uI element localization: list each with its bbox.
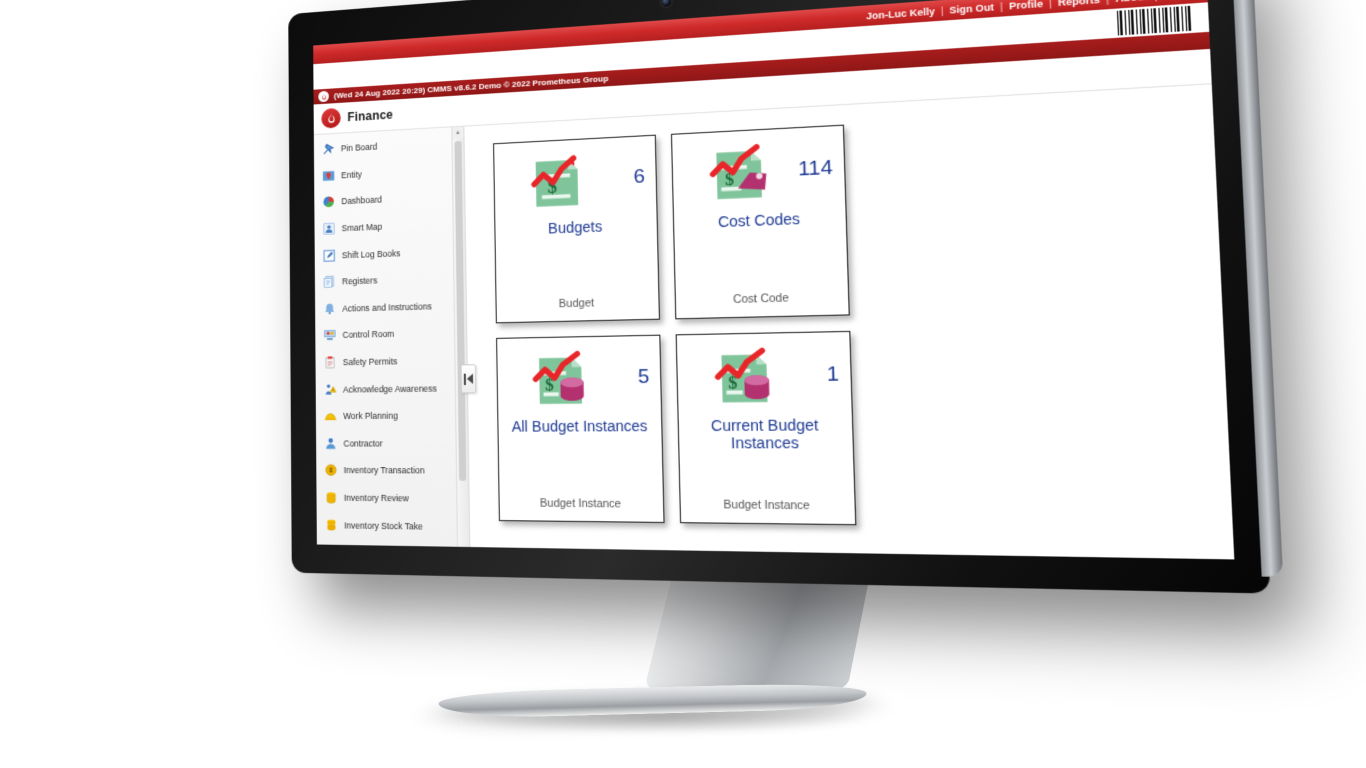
documents-icon — [323, 275, 337, 289]
tile-budgets[interactable]: 6 $ Budgets Budget — [493, 134, 660, 324]
sidebar-item-label: Acknowledge Awareness — [342, 382, 437, 395]
pie-chart-icon — [323, 196, 334, 208]
sidebar-item-label: Inventory Review — [343, 492, 409, 504]
sidebar-item-label: Pin Board — [340, 141, 378, 154]
sidebar-item-registers[interactable]: Registers — [315, 265, 455, 296]
collapse-left-icon — [466, 373, 474, 385]
sidebar-item-label: Work Planning — [343, 410, 398, 422]
sidebar-scroll-area[interactable]: Pin Board Entity Dashboard Smart Map Shi… — [314, 127, 458, 547]
webcam-icon — [661, 0, 671, 7]
sidebar-item-label: Contractor — [343, 438, 383, 449]
sidebar-item-label: Actions and Instructions — [342, 301, 432, 314]
sidebar-item-label: Control Room — [342, 329, 395, 341]
sidebar-item-procurement[interactable]: Procurement — [317, 538, 458, 547]
help-link[interactable]: Help — [1157, 0, 1195, 1]
budget-instance-icon: $ — [529, 350, 584, 404]
tile-title: All Budget Instances — [511, 417, 648, 435]
sidebar-item-label: Dashboard — [341, 194, 383, 207]
profile-link[interactable]: Profile — [1003, 0, 1050, 11]
inventory-stock-icon — [327, 519, 336, 531]
budget-instance-icon: $ — [711, 347, 769, 403]
tile-all-budget-instances[interactable]: 5 $ All Budget Instances Budget Instance — [496, 334, 665, 524]
tile-current-budget-instances[interactable]: 1 $ Current Budget Instances Budget Inst… — [675, 330, 857, 526]
scroll-up-arrow-icon[interactable]: ▲ — [452, 126, 464, 139]
inventory-review-icon — [324, 492, 338, 504]
collapse-left-icon-bar — [463, 373, 466, 385]
scrollbar-thumb[interactable] — [454, 140, 467, 481]
tile-subtitle: Budget Instance — [539, 497, 622, 511]
sidebar-item-safety-permits[interactable]: Safety Permits — [315, 347, 455, 376]
person-map-icon — [322, 222, 336, 237]
flame-logo-icon — [321, 107, 341, 129]
control-room-icon — [323, 328, 337, 341]
tile-count: 5 — [637, 365, 650, 389]
map-marker-icon — [322, 170, 335, 181]
sidebar-item-actions-and-instructions[interactable]: Actions and Instructions — [315, 292, 455, 323]
about-link[interactable]: About — [1109, 0, 1155, 4]
monitor-screen: Jon-Luc Kelly | Sign Out | Profile | Rep… — [313, 0, 1235, 560]
page-title: Finance — [347, 107, 394, 125]
cmms-application: Jon-Luc Kelly | Sign Out | Profile | Rep… — [313, 0, 1235, 560]
tile-title: Current Budget Instances — [710, 416, 819, 452]
monitor-side-edge — [1231, 0, 1284, 577]
cost-code-tag-icon: $ — [706, 142, 769, 200]
tile-count: 114 — [797, 156, 833, 181]
tile-subtitle: Budget — [558, 296, 595, 311]
sign-out-link[interactable]: Sign Out — [943, 1, 1000, 16]
tile-subtitle: Cost Code — [732, 291, 790, 307]
monitor-mockup: Jon-Luc Kelly | Sign Out | Profile | Rep… — [0, 0, 1366, 768]
barcode-icon — [1116, 5, 1192, 36]
page-body: Pin Board Entity Dashboard Smart Map Shi… — [313, 84, 1235, 560]
sidebar-item-inventory-stock-take[interactable]: Inventory Stock Take — [317, 511, 458, 540]
sidebar-item-label: Smart Map — [341, 221, 383, 234]
budget-doc-icon: $ — [526, 152, 578, 207]
monitor-bezel: Jon-Luc Kelly | Sign Out | Profile | Rep… — [288, 0, 1284, 594]
sidebar-item-label: Shift Log Books — [341, 247, 401, 261]
inventory-transaction-icon — [324, 463, 338, 477]
tile-grid: 6 $ Budgets Budget 114 $ Cost Codes Cost… — [493, 124, 863, 526]
contractor-icon — [326, 438, 336, 449]
sidebar-item-work-planning[interactable]: Work Planning — [316, 402, 457, 430]
procurement-icon — [325, 545, 339, 547]
sidebar-item-label: Registers — [342, 275, 378, 287]
hardhat-icon — [324, 409, 337, 421]
sidebar-item-acknowledge-awareness[interactable]: Acknowledge Awareness — [316, 374, 456, 403]
bell-icon — [325, 303, 335, 315]
tile-title: Budgets — [547, 217, 603, 237]
tile-subtitle: Budget Instance — [723, 498, 811, 513]
sidebar-item-contractor[interactable]: Contractor — [316, 429, 457, 457]
screenshot-stage: Jon-Luc Kelly | Sign Out | Profile | Rep… — [0, 0, 1366, 768]
sidebar-navigation: Pin Board Entity Dashboard Smart Map Shi… — [313, 126, 471, 548]
warning-person-icon — [325, 384, 337, 395]
sidebar-item-inventory-transaction[interactable]: Inventory Transaction — [316, 457, 457, 485]
sidebar-item-label: Safety Permits — [342, 356, 398, 368]
reports-link[interactable]: Reports — [1052, 0, 1107, 8]
pin-icon — [323, 144, 334, 155]
pencil-note-icon — [322, 248, 336, 262]
sidebar-collapse-button[interactable] — [460, 364, 477, 394]
tile-count: 1 — [826, 363, 840, 387]
tile-cost-codes[interactable]: 114 $ Cost Codes Cost Code — [670, 124, 850, 320]
clipboard-icon — [323, 355, 337, 369]
tile-title: Cost Codes — [717, 210, 801, 231]
sidebar-item-label: Entity — [341, 169, 362, 181]
sidebar-item-label: Inventory Transaction — [343, 465, 425, 476]
sidebar-item-control-room[interactable]: Control Room — [315, 319, 455, 349]
user-name-link[interactable]: Jon-Luc Kelly — [860, 5, 941, 22]
tile-count: 6 — [633, 165, 646, 189]
sidebar-item-inventory-review[interactable]: Inventory Review — [316, 484, 457, 513]
flame-logo-icon — [318, 90, 329, 103]
main-content: 6 $ Budgets Budget 114 $ Cost Codes Cost… — [464, 84, 1235, 560]
sidebar-item-label: Inventory Stock Take — [344, 519, 423, 532]
